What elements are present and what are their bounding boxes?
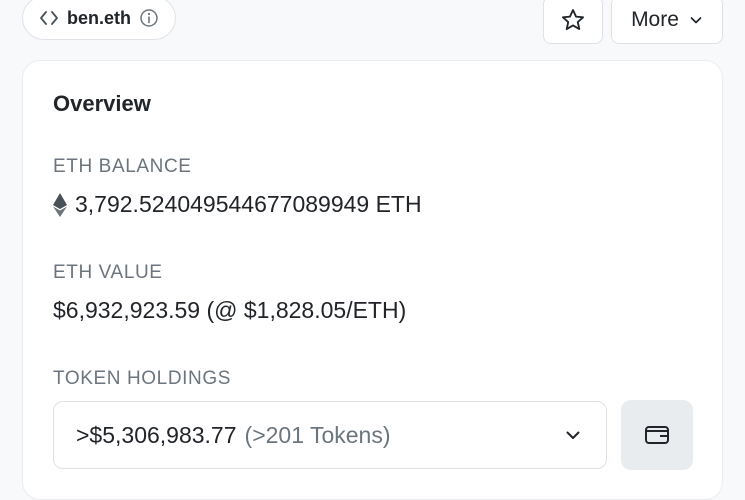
ethereum-icon bbox=[53, 192, 67, 217]
ens-name-badge[interactable]: ben.eth bbox=[22, 0, 177, 40]
eth-value-label: ETH VALUE bbox=[53, 262, 163, 283]
favorite-button[interactable] bbox=[543, 0, 603, 44]
chevron-down-icon bbox=[689, 13, 703, 27]
chevron-down-icon bbox=[564, 425, 584, 445]
ens-name: ben.eth bbox=[67, 7, 132, 28]
overview-card: Overview ETH BALANCE 3,792.5240495446770… bbox=[22, 60, 723, 500]
wallet-icon bbox=[644, 423, 670, 447]
token-holdings-amount: >$5,306,983.77 bbox=[76, 421, 237, 448]
token-holdings-dropdown[interactable]: >$5,306,983.77 (>201 Tokens) bbox=[53, 401, 607, 469]
eth-balance-value: 3,792.524049544677089949 ETH bbox=[75, 191, 422, 217]
more-label: More bbox=[631, 8, 679, 31]
eth-value-value: $6,932,923.59 (@ $1,828.05/ETH) bbox=[53, 297, 407, 323]
token-holdings-count: (>201 Tokens) bbox=[244, 421, 391, 448]
more-button[interactable]: More bbox=[611, 0, 723, 44]
star-icon bbox=[560, 7, 586, 33]
eth-balance-row: 3,792.524049544677089949 ETH bbox=[53, 191, 422, 218]
wallet-button[interactable] bbox=[621, 400, 693, 470]
token-holdings-label: TOKEN HOLDINGS bbox=[53, 368, 232, 389]
eth-balance-label: ETH BALANCE bbox=[53, 156, 192, 177]
info-icon[interactable] bbox=[139, 8, 159, 28]
overview-title: Overview bbox=[53, 91, 151, 116]
code-icon bbox=[39, 8, 59, 28]
